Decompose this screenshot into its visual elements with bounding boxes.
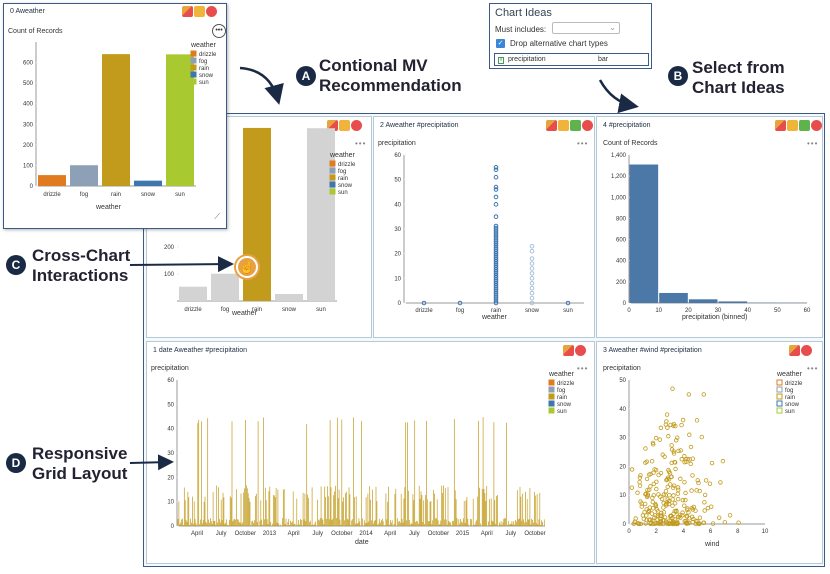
arrow-c [129,256,234,273]
hand-cursor-icon: ☝ [236,256,258,278]
arrow-d [129,454,174,471]
arrow-b [598,79,639,114]
annotation-arrows [129,66,639,471]
arrow-a [239,66,284,105]
